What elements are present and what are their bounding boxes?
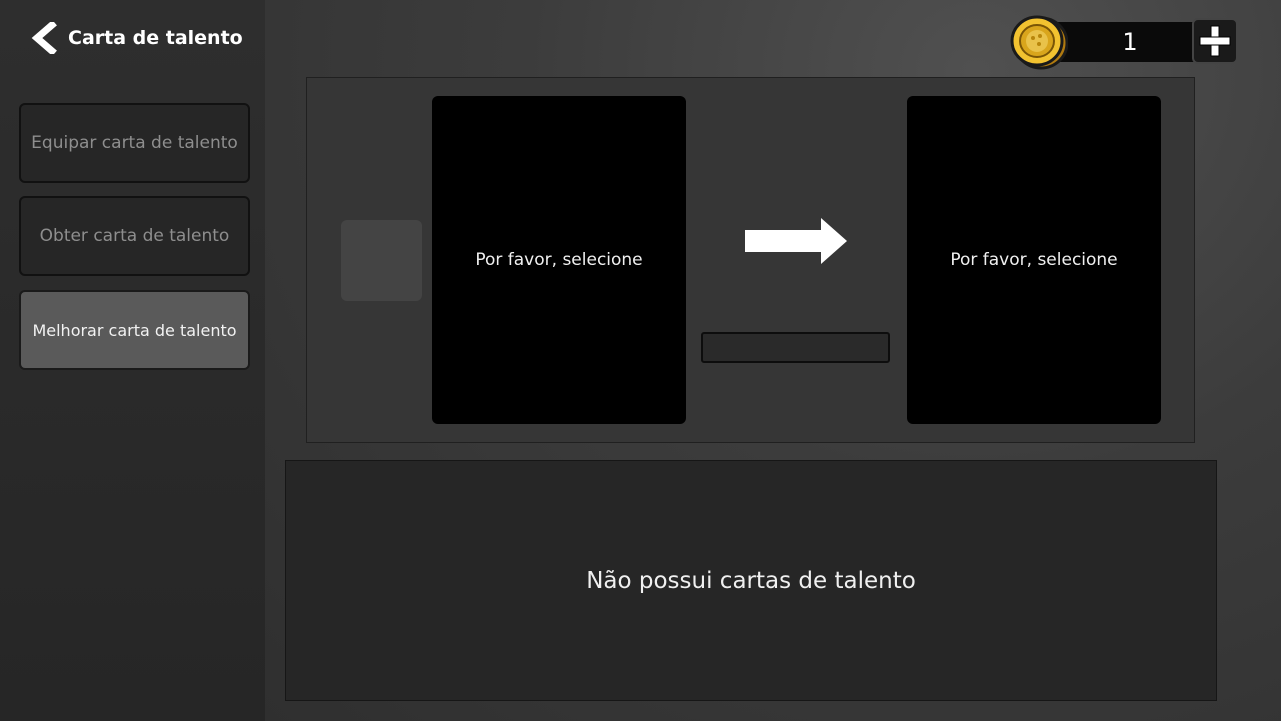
target-card-slot[interactable]: Por favor, selecione [907,96,1161,424]
empty-message: Não possui cartas de talento [586,567,916,594]
tab-label: Obter carta de talento [39,226,230,246]
material-slot[interactable] [341,220,422,301]
page-title: Carta de talento [68,27,243,49]
tab-label: Melhorar carta de talento [32,320,237,340]
source-card-label: Por favor, selecione [475,250,643,270]
currency-amount: 1 [1122,28,1138,56]
source-card-slot[interactable]: Por favor, selecione [432,96,686,424]
upgrade-progress-bar [701,332,890,363]
tab-obtain-talent-card[interactable]: Obter carta de talento [19,196,250,276]
tab-label: Equipar carta de talento [31,133,238,153]
gold-coin-icon [1010,15,1068,70]
arrow-right-icon [745,218,847,264]
tab-upgrade-talent-card[interactable]: Melhorar carta de talento [19,290,250,370]
chevron-left-icon [31,22,57,54]
back-button[interactable]: Carta de talento [28,22,243,54]
tab-equip-talent-card[interactable]: Equipar carta de talento [19,103,250,183]
add-currency-button[interactable] [1192,18,1238,64]
currency-display: 1 [1010,14,1240,70]
target-card-label: Por favor, selecione [950,250,1118,270]
card-inventory-panel: Não possui cartas de talento [285,460,1217,701]
plus-icon [1199,25,1231,57]
